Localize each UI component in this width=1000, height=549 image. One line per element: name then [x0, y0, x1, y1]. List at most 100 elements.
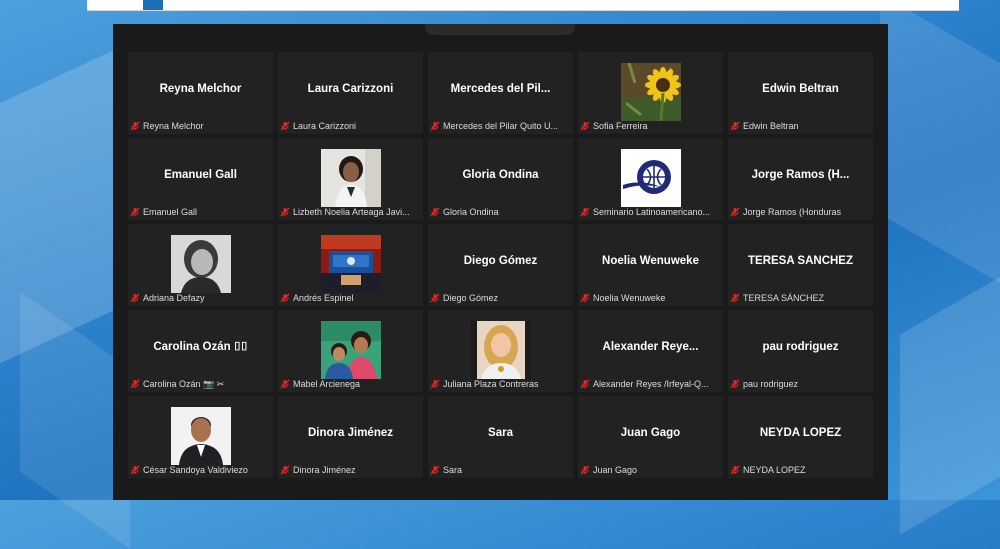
participant-name-text: Adriana Defazy: [143, 293, 205, 303]
participant-name-label: Mabel Arcienega: [280, 378, 421, 390]
microphone-muted-icon: [130, 121, 140, 131]
participant-display-name: Noelia Wenuweke: [602, 255, 699, 267]
participant-tile[interactable]: Mabel Arcienega: [278, 310, 423, 392]
participant-tile[interactable]: Jorge Ramos (H... Jorge Ramos (Honduras: [728, 138, 873, 220]
participant-name-text: Juan Gago: [593, 465, 638, 475]
participant-name-label: Andrés Espinel: [280, 292, 421, 304]
participant-display-name: pau rodriguez: [762, 341, 839, 353]
participant-name-text: Andrés Espinel: [293, 293, 354, 303]
participant-video-blonde-portrait: [471, 321, 531, 379]
participant-name-label: Edwin Beltran: [730, 120, 871, 132]
microphone-muted-icon: [280, 293, 290, 303]
microphone-muted-icon: [580, 121, 590, 131]
microphone-muted-icon: [430, 465, 440, 475]
participant-name-label: Dinora Jiménez: [280, 464, 421, 476]
participant-name-label: Alexander Reyes /Irfeyal-Q...: [580, 378, 721, 390]
participant-tile[interactable]: pau rodriguez pau rodriguez: [728, 310, 873, 392]
participant-name-text: NEYDA LOPEZ: [743, 465, 806, 475]
banner-accent: [143, 0, 163, 10]
participant-tile[interactable]: Adriana Defazy: [128, 224, 273, 306]
participant-name-text: Laura Carizzoni: [293, 121, 357, 131]
participant-tile[interactable]: Dinora Jiménez Dinora Jiménez: [278, 396, 423, 478]
background-shape: [880, 0, 1000, 307]
participant-display-name: Laura Carizzoni: [307, 83, 394, 95]
participant-tile[interactable]: TERESA SÁNCHEZ TERESA SÁNCHEZ: [728, 224, 873, 306]
participant-grid: Reyna Melchor Reyna Melchor Laura Carizz…: [128, 52, 873, 478]
participant-video-woman-portrait: [321, 149, 381, 207]
participant-tile[interactable]: Andrés Espinel: [278, 224, 423, 306]
participant-tile[interactable]: NEYDA LOPEZ NEYDA LOPEZ: [728, 396, 873, 478]
participant-name-label: Laura Carizzoni: [280, 120, 421, 132]
microphone-muted-icon: [430, 121, 440, 131]
participant-display-name: Sara: [488, 427, 513, 439]
participant-display-name: Jorge Ramos (H...: [751, 169, 850, 181]
participant-name-text: Edwin Beltran: [743, 121, 799, 131]
participant-video-sunflower: [621, 63, 681, 121]
microphone-muted-icon: [130, 293, 140, 303]
participant-tile[interactable]: Mercedes del Pil... Mercedes del Pilar Q…: [428, 52, 573, 134]
microphone-muted-icon: [280, 121, 290, 131]
microphone-muted-icon: [430, 379, 440, 389]
participant-name-label: Juan Gago: [580, 464, 721, 476]
participant-name-label: Mercedes del Pilar Quito U...: [430, 120, 571, 132]
participant-tile[interactable]: Emanuel Gall Emanuel Gall: [128, 138, 273, 220]
participant-tile[interactable]: Seminario Latinoamericano...: [578, 138, 723, 220]
microphone-muted-icon: [580, 293, 590, 303]
microphone-muted-icon: [130, 379, 140, 389]
participant-name-text: Seminario Latinoamericano...: [593, 207, 711, 217]
participant-display-name: NEYDA LOPEZ: [759, 427, 842, 439]
microphone-muted-icon: [730, 379, 740, 389]
participant-name-label: Jorge Ramos (Honduras: [730, 206, 871, 218]
participant-name-label: Juliana Plaza Contreras: [430, 378, 571, 390]
participant-name-label: Gloria Ondina: [430, 206, 571, 218]
participant-name-text: pau rodriguez: [743, 379, 799, 389]
participant-name-label: Lizbeth Noelia Arteaga Javi...: [280, 206, 421, 218]
participant-tile[interactable]: Laura Carizzoni Laura Carizzoni: [278, 52, 423, 134]
participant-tile[interactable]: Juan Gago Juan Gago: [578, 396, 723, 478]
participant-name-label: Diego Gómez: [430, 292, 571, 304]
participant-tile[interactable]: Juliana Plaza Contreras: [428, 310, 573, 392]
participant-name-text: Mercedes del Pilar Quito U...: [443, 121, 559, 131]
participant-display-name: Alexander Reye...: [602, 341, 699, 353]
microphone-muted-icon: [430, 293, 440, 303]
participant-tile[interactable]: Diego Gómez Diego Gómez: [428, 224, 573, 306]
participant-name-text: Lizbeth Noelia Arteaga Javi...: [293, 207, 410, 217]
participant-name-text: Dinora Jiménez: [293, 465, 356, 475]
participant-name-text: Noelia Wenuweke: [593, 293, 666, 303]
participant-tile[interactable]: Sara Sara: [428, 396, 573, 478]
participant-tile[interactable]: Gloria Ondina Gloria Ondina: [428, 138, 573, 220]
participant-display-name: Carolina Ozán ⌷⌷: [153, 341, 248, 353]
participant-tile[interactable]: Lizbeth Noelia Arteaga Javi...: [278, 138, 423, 220]
participant-display-name: Mercedes del Pil...: [450, 83, 551, 95]
microphone-muted-icon: [730, 121, 740, 131]
participant-tile[interactable]: Alexander Reye... Alexander Reyes /Irfey…: [578, 310, 723, 392]
participant-display-name: Diego Gómez: [463, 255, 538, 267]
microphone-muted-icon: [430, 207, 440, 217]
participant-name-label: César Sandoya Valdiviezo: [130, 464, 271, 476]
participant-name-label: Sofia Ferreira: [580, 120, 721, 132]
microphone-muted-icon: [280, 465, 290, 475]
background-shape: [900, 265, 1000, 535]
participant-name-text: Sara: [443, 465, 463, 475]
participant-tile[interactable]: Reyna Melchor Reyna Melchor: [128, 52, 273, 134]
participant-tile[interactable]: Edwin Beltran Edwin Beltran: [728, 52, 873, 134]
microphone-muted-icon: [130, 207, 140, 217]
participant-name-text: Mabel Arcienega: [293, 379, 361, 389]
window-drag-handle[interactable]: [425, 24, 575, 35]
microphone-muted-icon: [280, 207, 290, 217]
participant-name-label: Noelia Wenuweke: [580, 292, 721, 304]
participant-tile[interactable]: César Sandoya Valdiviezo: [128, 396, 273, 478]
participant-tile[interactable]: Carolina Ozán ⌷⌷ Carolina Ozán 📷 ✂: [128, 310, 273, 392]
microphone-muted-icon: [580, 379, 590, 389]
participant-name-text: Reyna Melchor: [143, 121, 204, 131]
participant-display-name: TERESA SÁNCHEZ: [748, 255, 853, 267]
participant-name-text: Alexander Reyes /Irfeyal-Q...: [593, 379, 709, 389]
microphone-muted-icon: [580, 465, 590, 475]
participant-tile[interactable]: Sofia Ferreira: [578, 52, 723, 134]
participant-name-label: pau rodriguez: [730, 378, 871, 390]
participant-name-text: Sofia Ferreira: [593, 121, 648, 131]
gallery-view-window: Reyna Melchor Reyna Melchor Laura Carizz…: [113, 24, 888, 500]
participant-name-label: Carolina Ozán 📷 ✂: [130, 378, 271, 390]
participant-name-text: Gloria Ondina: [443, 207, 499, 217]
participant-tile[interactable]: Noelia Wenuweke Noelia Wenuweke: [578, 224, 723, 306]
